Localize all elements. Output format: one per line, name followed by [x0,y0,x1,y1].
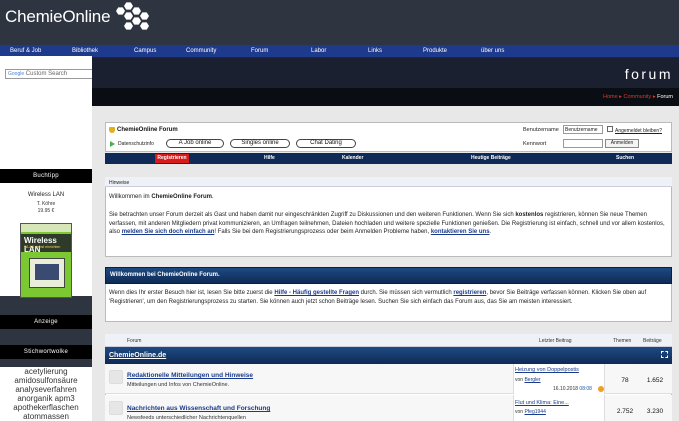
remember-checkbox[interactable] [607,126,613,132]
search-input[interactable]: Google Custom Search [5,69,99,79]
last-post-title[interactable]: Heizung von Doppelpostis [515,367,579,373]
login-button[interactable]: Anmelden [605,139,639,148]
privacy-link[interactable]: Datenschutzinfo [118,141,154,147]
registration-link[interactable]: registrieren [453,290,486,296]
last-post-author: von Pfeg1944 [515,409,546,415]
google-label: Google [8,71,25,77]
notice-title: Hinweise [109,180,130,186]
post-count: 1.652 [646,377,664,384]
book-cover-subtitle: WLAN selbst einrichten [24,245,61,249]
last-post-date: 16.10.2018 08:08 [553,386,592,392]
col-threads: Themen [613,338,632,344]
book-cover-image[interactable]: Wireless LAN WLAN selbst einrichten [20,223,72,298]
go-to-post-icon[interactable] [598,386,604,392]
book-title[interactable]: Wireless LAN [0,192,92,198]
breadcrumb-home[interactable]: Home [603,94,618,100]
forum-description: Newsfeeds unterschiedlicher Nachrichtenq… [127,415,246,421]
notice-welcome: Willkommen im ChemieOnline Forum. [109,194,214,200]
notice-header [105,177,672,187]
breadcrumb-separator: ▸ [619,94,622,100]
forum-description: Mitteilungen und Infos von ChemieOnline. [127,382,230,388]
col-posts: Beiträge [643,338,662,344]
password-field[interactable] [563,139,603,148]
nav-campus[interactable]: Campus [134,48,156,54]
last-post-author: von Bergler [515,377,541,383]
site-logo[interactable]: ChemieOnline [5,7,111,27]
subnav-heutige-beitraege[interactable]: Heutige Beiträge [471,155,511,161]
hexagon-logo-icon [115,1,150,31]
trophy-icon [109,127,115,133]
username-field[interactable]: Benutzername [563,125,603,134]
remember-label[interactable]: Angemeldet bleiben? [615,128,662,134]
subnav-hilfe[interactable]: Hilfe [264,155,275,161]
forum-title-link[interactable]: Redaktionelle Mitteilungen und Hinweise [127,372,253,379]
site-header: ChemieOnline [0,0,679,45]
tag-item[interactable]: acetylierung [0,367,92,376]
subnav-suchen[interactable]: Suchen [616,155,634,161]
nav-forum[interactable]: Forum [251,48,268,54]
forum-title-link[interactable]: Nachrichten aus Wissenschaft und Forschu… [127,405,270,412]
forum-status-icon [109,370,123,384]
tag-cloud: acetylierung amidosulfonsäure analysever… [0,367,92,421]
breadcrumb-bar: Home ▸ Community ▸ Forum [92,88,679,106]
post-count: 3.230 [646,408,664,415]
category-link[interactable]: ChemieOnline.de [109,352,166,359]
welcome-body: Wenn dies Ihr erster Besuch hier ist, le… [109,290,647,305]
table-header [105,334,672,347]
tagcloud-heading: Stichwortwolke [0,345,92,359]
breadcrumb-forum: Forum [657,94,673,100]
nav-produkte[interactable]: Produkte [423,48,447,54]
forum-title[interactable]: ChemieOnline Forum [117,127,178,133]
register-link[interactable]: melden Sie sich doch einfach an [122,229,215,235]
last-post-title[interactable]: Flut und Klima: Eine... [515,400,569,406]
chat-dating-button[interactable]: Chat Dating [296,139,356,148]
main-navigation: Beruf & Job Bibliothek Campus Community … [0,45,679,58]
thread-count: 2.752 [616,408,634,415]
collapse-icon[interactable] [661,351,668,358]
tag-item[interactable]: amidosulfonsäure [0,376,92,385]
breadcrumb-separator: ▸ [652,94,656,100]
nav-bibliothek[interactable]: Bibliothek [72,48,98,54]
tag-item[interactable]: apothekerflaschen [0,403,92,412]
subnav-kalender[interactable]: Kalender [342,155,363,161]
nav-labor[interactable]: Labor [311,48,326,54]
booktip-heading: Buchtipp [0,169,92,183]
ads-heading: Anzeige [0,315,92,329]
category-bar [105,347,672,364]
search-button[interactable]: Suchen [70,80,87,86]
nav-links[interactable]: Links [368,48,382,54]
nav-beruf-job[interactable]: Beruf & Job [10,48,41,54]
tag-item[interactable]: anorganik apm3 [0,394,92,403]
forum-subnav: Hilfe Kalender Heutige Beiträge Suchen [105,153,672,164]
last-post-cell [513,395,605,421]
search-placeholder: Custom Search [25,71,68,77]
job-online-button[interactable]: A Job online [166,139,224,148]
tag-item[interactable]: analyseverfahren [0,385,92,394]
col-last-post: Letzter Beitrag [539,338,572,344]
breadcrumb-community[interactable]: Community [623,94,651,100]
book-author: T. Köhre [36,201,56,207]
password-label: Kennwort [523,141,547,147]
username-label: Benutzername [523,127,559,133]
forum-status-icon [109,401,123,415]
notice-body: Sie betrachten unser Forum derzeit als G… [109,212,665,235]
register-button[interactable]: Registrieren [155,154,189,163]
page-banner: forum [92,58,679,88]
singles-online-button[interactable]: Singles online [230,139,290,148]
nav-ueber-uns[interactable]: über uns [481,48,504,54]
faq-link[interactable]: Hilfe - Häufig gestellte Fragen [274,290,359,296]
nav-community[interactable]: Community [186,48,216,54]
play-icon [110,141,115,147]
page-title: forum [624,66,673,82]
col-forum: Forum [127,338,142,344]
welcome-title: Willkommen bei ChemieOnline Forum. [110,272,220,278]
breadcrumb: Home ▸ Community ▸ Forum [603,94,673,100]
thread-count: 78 [621,377,629,384]
book-price: 19.95 € [37,208,55,214]
tag-item[interactable]: atommassen [0,412,92,421]
contact-link[interactable]: kontaktieren Sie uns [431,229,490,235]
